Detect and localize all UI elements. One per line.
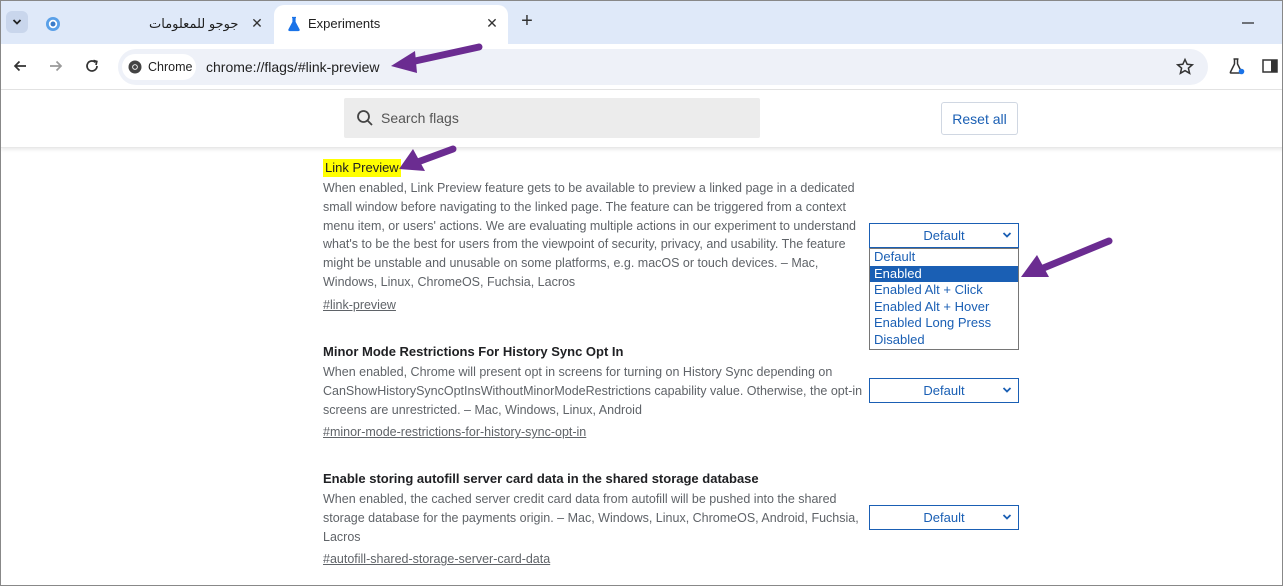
tab-gogo-info[interactable]: جوجو للمعلومات ✕ — [35, 5, 273, 44]
chrome-logo-icon — [128, 60, 142, 74]
flag-entry-minor-mode: Minor Mode Restrictions For History Sync… — [323, 343, 863, 441]
dropdown-option[interactable]: Enabled Long Press — [870, 315, 1018, 332]
flag-description: When enabled, the cached server credit c… — [323, 492, 859, 544]
select-value: Default — [923, 383, 965, 398]
flag-description: When enabled, Chrome will present opt in… — [323, 365, 863, 417]
tab-search-button[interactable] — [6, 11, 28, 33]
back-arrow-icon — [13, 60, 26, 72]
new-tab-button[interactable]: + — [517, 11, 537, 32]
flag-permalink[interactable]: #minor-mode-restrictions-for-history-syn… — [323, 423, 586, 441]
annotation-arrow-icon — [1021, 237, 1113, 277]
close-icon[interactable]: ✕ — [484, 15, 500, 31]
flag-state-select[interactable]: Default — [869, 223, 1019, 248]
navigation-toolbar: Chrome chrome://flags/#link-preview — [1, 44, 1282, 90]
minimize-icon[interactable] — [1241, 15, 1255, 29]
site-favicon-icon — [46, 17, 60, 31]
flag-permalink[interactable]: #link-preview — [323, 296, 396, 314]
flag-title: Link Preview — [323, 159, 401, 177]
tab-experiments[interactable]: Experiments ✕ — [274, 5, 508, 44]
flag-title: Minor Mode Restrictions For History Sync… — [323, 344, 624, 359]
chevron-down-icon — [1002, 387, 1012, 393]
flag-state-select[interactable]: Default — [869, 378, 1019, 403]
back-button[interactable] — [10, 56, 30, 76]
flag-entry-autofill-shared-storage: Enable storing autofill server card data… — [323, 470, 863, 568]
dropdown-option[interactable]: Enabled Alt + Hover — [870, 299, 1018, 316]
flag-state-select[interactable]: Default — [869, 505, 1019, 530]
close-icon[interactable]: ✕ — [249, 15, 265, 31]
reload-button[interactable] — [82, 56, 102, 76]
flask-icon — [288, 16, 300, 32]
flag-entry-link-preview: Link Preview When enabled, Link Preview … — [323, 159, 863, 314]
reload-icon — [86, 59, 98, 72]
tab-strip: جوجو للمعلومات ✕ Experiments ✕ + — [1, 1, 1282, 44]
dropdown-option[interactable]: Default — [870, 249, 1018, 266]
side-panel-icon[interactable] — [1260, 56, 1280, 76]
address-bar[interactable]: Chrome chrome://flags/#link-preview — [118, 49, 1208, 85]
url-text[interactable]: chrome://flags/#link-preview — [206, 59, 380, 75]
flags-header: Reset all — [1, 90, 1282, 148]
forward-arrow-icon — [50, 60, 63, 72]
chevron-down-icon — [1002, 514, 1012, 520]
dropdown-option-selected[interactable]: Enabled — [870, 265, 1018, 283]
chevron-down-icon — [1002, 232, 1012, 238]
reset-all-button[interactable]: Reset all — [941, 102, 1018, 135]
dropdown-option[interactable]: Enabled Alt + Click — [870, 282, 1018, 299]
tab-title: Experiments — [308, 16, 381, 31]
search-icon — [357, 110, 373, 126]
search-box[interactable] — [344, 98, 760, 138]
browser-window: جوجو للمعلومات ✕ Experiments ✕ + Chrome … — [0, 0, 1283, 586]
forward-button[interactable] — [46, 56, 66, 76]
tab-title: جوجو للمعلومات — [149, 16, 239, 31]
flag-state-dropdown: Default Enabled Enabled Alt + Click Enab… — [869, 248, 1019, 350]
flag-title: Enable storing autofill server card data… — [323, 471, 759, 486]
flag-permalink[interactable]: #autofill-shared-storage-server-card-dat… — [323, 550, 550, 568]
chevron-down-icon — [12, 19, 22, 25]
dropdown-option[interactable]: Disabled — [870, 332, 1018, 349]
select-value: Default — [923, 228, 965, 243]
select-value: Default — [923, 510, 965, 525]
bookmark-star-icon[interactable] — [1175, 57, 1195, 77]
chip-label: Chrome — [148, 60, 193, 74]
search-input[interactable] — [381, 107, 741, 129]
flag-description: When enabled, Link Preview feature gets … — [323, 181, 856, 289]
site-info-chip[interactable]: Chrome — [122, 54, 196, 80]
labs-flask-icon[interactable] — [1226, 56, 1246, 76]
